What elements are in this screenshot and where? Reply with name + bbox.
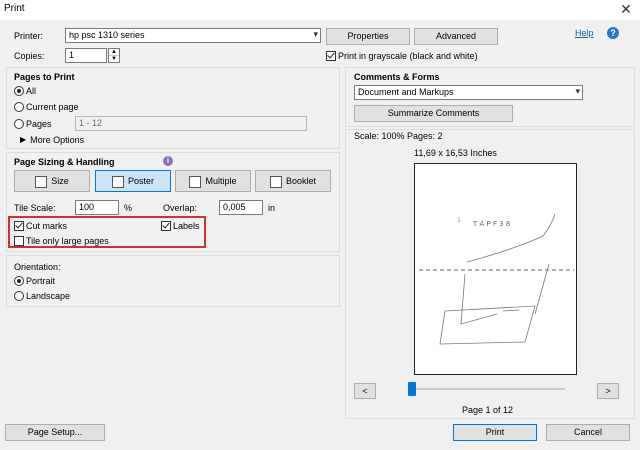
window-title: Print <box>4 3 25 14</box>
tile-large-option[interactable]: Tile only large pages <box>14 235 109 246</box>
landscape-option[interactable]: Landscape <box>14 290 70 301</box>
size-button[interactable]: Size <box>14 170 90 192</box>
cancel-button[interactable]: Cancel <box>546 424 630 441</box>
preview-page: T A P F 3 8 1 <box>414 163 577 375</box>
pages-current-label: Current page <box>26 101 79 112</box>
chevron-up-icon[interactable]: ▲ <box>109 49 119 56</box>
orientation-heading: Orientation: <box>14 262 61 272</box>
svg-text:1: 1 <box>457 217 461 224</box>
tile-scale-input[interactable]: 100 <box>75 200 119 215</box>
prev-page-button[interactable]: < <box>354 383 376 399</box>
portrait-label: Portrait <box>26 275 56 286</box>
poster-button[interactable]: Poster <box>95 170 171 192</box>
landscape-radio[interactable] <box>14 290 24 301</box>
preview-dimensions: 11,69 x 16,53 Inches <box>414 148 497 158</box>
overlap-unit: in <box>268 203 276 213</box>
cut-marks-checkbox[interactable] <box>14 220 24 231</box>
booklet-icon <box>269 175 282 188</box>
properties-button[interactable]: Properties <box>326 28 410 45</box>
pages-current-radio[interactable] <box>14 101 24 112</box>
overlap-label: Overlap: <box>163 203 198 213</box>
preview-scale: Scale: 100% Pages: 2 <box>354 131 443 141</box>
tile-scale-unit: % <box>124 203 133 213</box>
pages-all-radio[interactable] <box>14 85 24 96</box>
pages-range-label: Pages <box>26 118 52 129</box>
pages-current-option[interactable]: Current page <box>14 101 79 112</box>
page-indicator: Page 1 of 12 <box>462 405 514 415</box>
pages-all-option[interactable]: All <box>14 85 36 96</box>
page-setup-button[interactable]: Page Setup... <box>5 424 105 441</box>
poster-button-label: Poster <box>127 176 154 186</box>
sizing-heading: Page Sizing & Handling <box>14 157 115 167</box>
printer-label: Printer: <box>14 31 44 41</box>
pages-range-input[interactable]: 1 - 12 <box>75 116 307 131</box>
overlap-input[interactable]: 0,005 <box>219 200 263 215</box>
next-page-button[interactable]: > <box>597 383 619 399</box>
multiple-icon <box>189 175 202 188</box>
help-link[interactable]: Help <box>575 28 594 38</box>
copies-label: Copies: <box>14 51 45 61</box>
labels-option[interactable]: Labels <box>161 220 200 231</box>
preview-content: T A P F 3 8 1 <box>419 213 574 345</box>
advanced-button[interactable]: Advanced <box>414 28 498 45</box>
cut-marks-option[interactable]: Cut marks <box>14 220 67 231</box>
title-bar <box>0 0 640 20</box>
booklet-button-label: Booklet <box>285 176 317 186</box>
tile-scale-label: Tile Scale: <box>14 203 56 213</box>
more-options-label: More Options <box>30 134 85 145</box>
copies-stepper[interactable]: ▲ ▼ <box>108 48 120 63</box>
multiple-button[interactable]: Multiple <box>175 170 251 192</box>
page-slider-track[interactable] <box>414 388 565 390</box>
grayscale-label: Print in grayscale (black and white) <box>338 50 478 61</box>
copies-input[interactable]: 1 <box>65 48 107 63</box>
svg-text:T A P F 3 8: T A P F 3 8 <box>472 220 510 228</box>
close-icon[interactable]: ✕ <box>618 1 634 18</box>
chevron-down-icon: ▾ <box>575 86 580 96</box>
portrait-option[interactable]: Portrait <box>14 275 55 286</box>
pages-heading: Pages to Print <box>14 72 75 82</box>
labels-label: Labels <box>173 220 200 231</box>
print-button[interactable]: Print <box>453 424 537 441</box>
printer-select[interactable]: hp psc 1310 series ▾ <box>65 28 321 43</box>
poster-icon <box>111 175 124 188</box>
page-slider-thumb[interactable] <box>408 382 416 396</box>
comments-value: Document and Markups <box>358 87 454 97</box>
tile-large-checkbox[interactable] <box>14 235 24 246</box>
help-icon[interactable]: ? <box>607 27 619 39</box>
multiple-button-label: Multiple <box>205 176 237 186</box>
chevron-right-icon: ▶ <box>20 135 27 144</box>
landscape-label: Landscape <box>26 290 71 301</box>
tile-large-label: Tile only large pages <box>26 235 109 246</box>
pages-range-option[interactable]: Pages <box>14 118 52 129</box>
comments-select[interactable]: Document and Markups ▾ <box>354 85 583 100</box>
info-icon[interactable]: i <box>163 156 173 166</box>
labels-checkbox[interactable] <box>161 220 171 231</box>
pages-range-radio[interactable] <box>14 118 24 129</box>
pages-all-label: All <box>26 85 37 96</box>
summarize-button[interactable]: Summarize Comments <box>354 105 513 122</box>
chevron-down-icon[interactable]: ▼ <box>109 56 119 62</box>
comments-heading: Comments & Forms <box>354 72 440 82</box>
booklet-button[interactable]: Booklet <box>255 170 331 192</box>
printer-value: hp psc 1310 series <box>69 30 145 40</box>
cut-marks-label: Cut marks <box>26 220 68 231</box>
portrait-radio[interactable] <box>14 275 24 286</box>
more-options-toggle[interactable]: ▶ More Options <box>20 134 84 145</box>
size-button-label: Size <box>51 176 69 186</box>
size-icon <box>35 175 48 188</box>
chevron-down-icon: ▾ <box>313 29 318 39</box>
grayscale-checkbox[interactable] <box>326 50 336 61</box>
grayscale-option[interactable]: Print in grayscale (black and white) <box>326 50 478 61</box>
